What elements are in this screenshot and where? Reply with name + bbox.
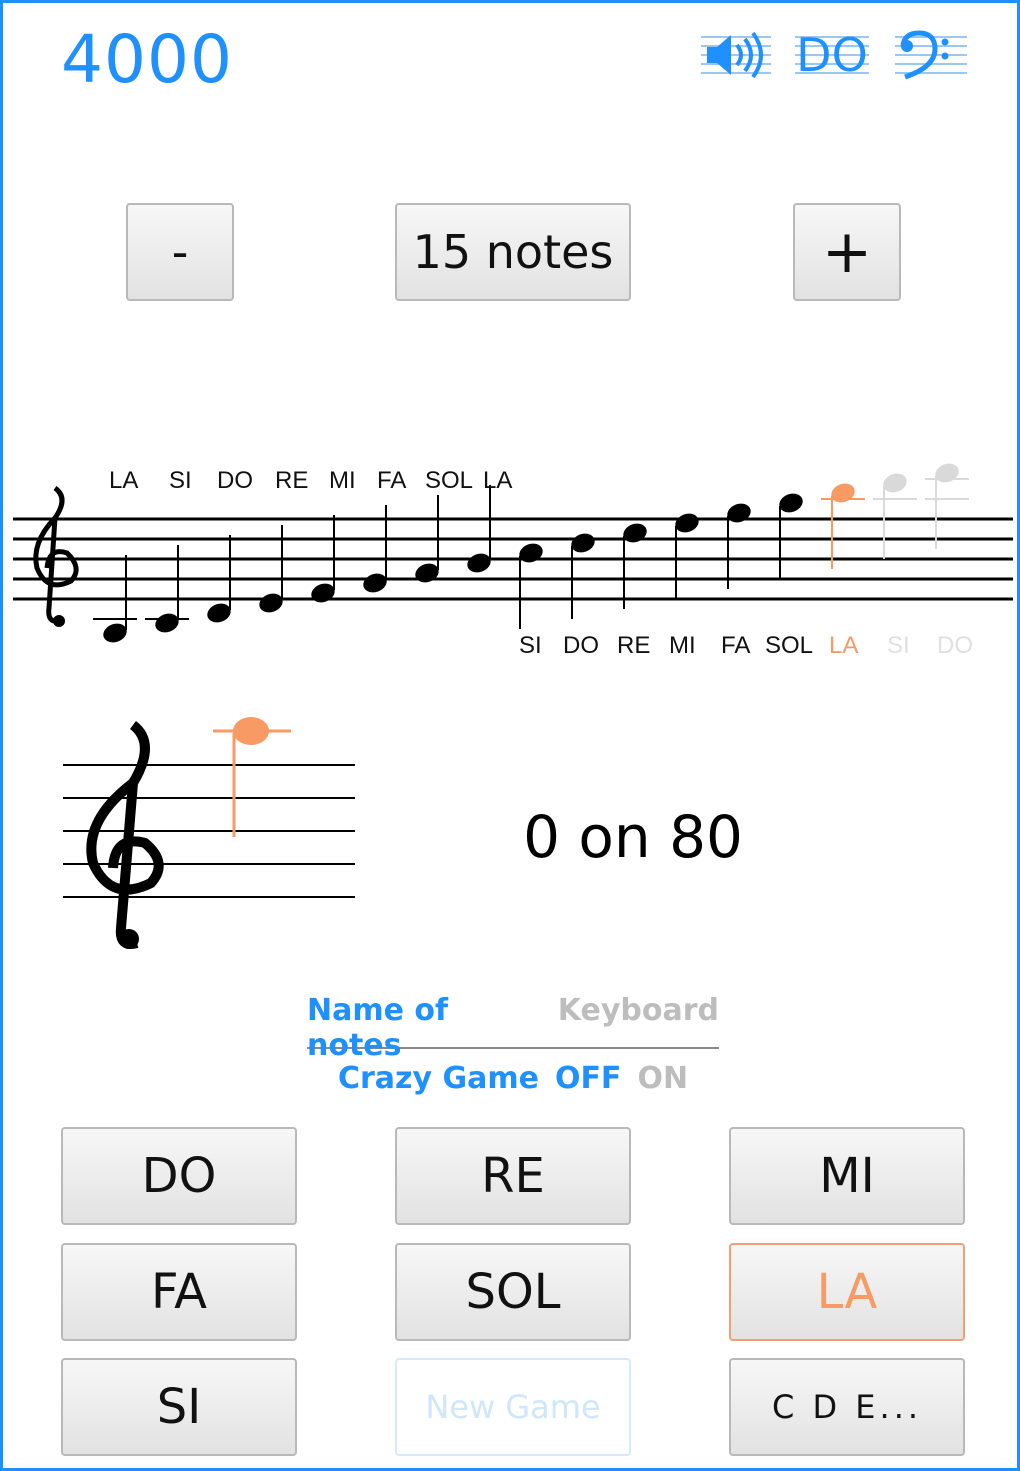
lower-label: SOL: [765, 632, 813, 659]
decrease-notes-button[interactable]: -: [126, 203, 234, 301]
speaker-icon[interactable]: [701, 29, 771, 81]
current-note-head: [233, 717, 269, 745]
answer-si-button[interactable]: SI: [61, 1358, 297, 1456]
lower-label-inactive: DO: [937, 632, 973, 659]
treble-clef-icon: [33, 485, 79, 624]
answer-la-button[interactable]: LA: [729, 1243, 965, 1341]
score-value: 4000: [61, 21, 233, 98]
upper-label: LA: [483, 467, 512, 494]
bass-clef-icon[interactable]: [895, 29, 967, 81]
current-note-staff: [63, 717, 355, 949]
mode-name-of-notes[interactable]: Name of notes: [307, 993, 530, 1063]
upper-label: SI: [169, 467, 192, 494]
progress-text: 0 on 80: [523, 803, 743, 871]
note-range-staff: LA SI DO RE MI FA SOL LA SI DO RE MI FA …: [13, 463, 1013, 659]
upper-label: LA: [109, 467, 138, 494]
upper-label: RE: [275, 467, 308, 494]
upper-label: DO: [217, 467, 253, 494]
lower-label: MI: [669, 632, 696, 659]
lower-label-inactive: SI: [887, 632, 910, 659]
crazy-game-on[interactable]: ON: [637, 1061, 688, 1096]
increase-notes-button[interactable]: +: [793, 203, 901, 301]
lower-label: DO: [563, 632, 599, 659]
upper-label: SOL: [425, 467, 473, 494]
upper-label: MI: [329, 467, 356, 494]
mode-keyboard[interactable]: Keyboard: [558, 993, 719, 1047]
answer-do-button[interactable]: DO: [61, 1127, 297, 1225]
treble-clef-icon: [86, 721, 164, 949]
lower-label: RE: [617, 632, 650, 659]
lower-label-current: LA: [829, 632, 858, 659]
notes-count-button[interactable]: 15 notes: [395, 203, 631, 301]
clef-dot: [53, 615, 65, 627]
app-frame: 4000 DO - 15 notes + LA SI DO RE MI FA S…: [0, 0, 1020, 1471]
lower-label: FA: [721, 632, 750, 659]
new-game-button[interactable]: New Game: [395, 1358, 631, 1456]
crazy-game-label: Crazy Game: [337, 1061, 539, 1096]
answer-re-button[interactable]: RE: [395, 1127, 631, 1225]
answer-fa-button[interactable]: FA: [61, 1243, 297, 1341]
answer-mi-button[interactable]: MI: [729, 1127, 965, 1225]
lower-label: SI: [519, 632, 542, 659]
clef-dot: [119, 929, 139, 949]
solfege-label: DO: [796, 28, 868, 82]
upper-label: FA: [377, 467, 406, 494]
solfege-toggle-button[interactable]: DO: [795, 29, 869, 81]
answer-sol-button[interactable]: SOL: [395, 1243, 631, 1341]
crazy-game-toggle: Crazy Game OFF ON: [307, 1061, 719, 1096]
crazy-game-off[interactable]: OFF: [555, 1061, 622, 1096]
input-mode-selector: Name of notes Keyboard: [307, 993, 719, 1063]
letter-notation-button[interactable]: C D E...: [729, 1358, 965, 1456]
